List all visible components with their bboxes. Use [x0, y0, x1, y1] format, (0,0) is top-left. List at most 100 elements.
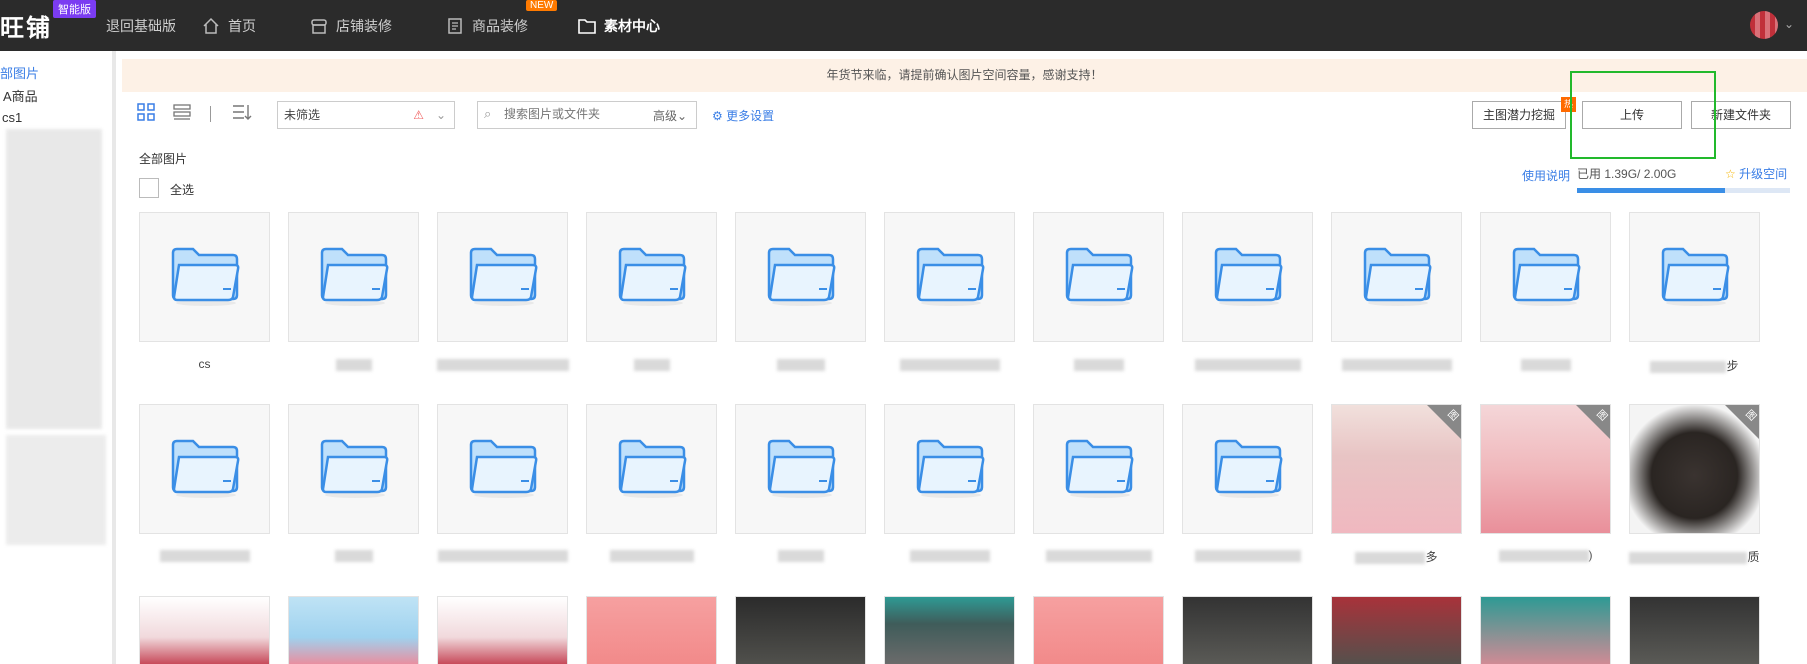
blurred-name — [1194, 549, 1301, 562]
tile-label — [1033, 357, 1164, 373]
folder-icon — [1363, 247, 1432, 306]
tile-label: 质 — [1629, 548, 1760, 564]
blurred-name — [1045, 549, 1152, 562]
filter-select-value: 未筛选 — [284, 108, 321, 122]
image-tile[interactable] — [735, 596, 866, 664]
tile-label — [437, 357, 569, 373]
main-image-mining-button[interactable]: 主图潜力挖掘 — [1472, 101, 1566, 129]
folder-tile[interactable] — [139, 212, 270, 342]
corner-badge: 图 — [1576, 405, 1610, 439]
folder-icon — [618, 439, 687, 498]
help-link[interactable]: 使用说明 — [1522, 167, 1570, 184]
nav-product-decor-label: 商品装修 — [472, 17, 528, 34]
product-photo — [140, 597, 269, 664]
search-input[interactable] — [504, 107, 639, 121]
folder-tile[interactable] — [884, 404, 1015, 534]
folder-tile[interactable] — [1480, 212, 1611, 342]
folder-icon — [1214, 247, 1283, 306]
nav-shop-decor[interactable]: 店铺装修 — [310, 0, 392, 51]
image-tile[interactable] — [1182, 596, 1313, 664]
folder-icon — [320, 439, 389, 498]
chevron-down-icon: ⌄ — [435, 108, 446, 122]
blurred-name — [1073, 358, 1124, 371]
blurred-name — [159, 549, 250, 562]
avatar[interactable] — [1750, 11, 1778, 39]
folder-tile[interactable] — [139, 404, 270, 534]
tile-label: 步 — [1629, 357, 1760, 373]
folder-tile[interactable] — [1033, 212, 1164, 342]
tile-label — [586, 548, 717, 564]
nav-material-center[interactable]: 素材中心 — [578, 0, 660, 51]
blurred-name — [1650, 360, 1727, 373]
folder-tile[interactable] — [288, 212, 419, 342]
folder-icon — [1214, 439, 1283, 498]
image-tile[interactable] — [1331, 596, 1462, 664]
folder-icon — [1065, 439, 1134, 498]
tile-label-text: 步 — [1726, 359, 1739, 373]
image-tile[interactable] — [1480, 596, 1611, 664]
tile-label — [1182, 357, 1313, 373]
more-settings-link[interactable]: ⚙ 更多设置 — [712, 107, 774, 124]
tile-label: 多 — [1331, 548, 1462, 564]
folder-tile[interactable] — [1033, 404, 1164, 534]
image-tile[interactable] — [1629, 596, 1760, 664]
back-to-basic-link[interactable]: 退回基础版 — [106, 0, 176, 51]
chevron-down-icon[interactable]: ⌄ — [1784, 17, 1794, 31]
image-tile[interactable] — [1033, 596, 1164, 664]
image-tile[interactable]: 图 — [1331, 404, 1462, 534]
list-view-icon[interactable] — [173, 103, 191, 126]
top-navigation-bar: 旺铺 智能版 退回基础版 首页 店铺装修 商品装修 NEW 素材中心 ⌄ — [0, 0, 1807, 51]
folder-icon — [618, 247, 687, 306]
product-photo — [438, 597, 567, 664]
corner-badge: 图 — [1725, 405, 1759, 439]
app-logo: 旺铺 — [0, 15, 52, 42]
folder-tile[interactable] — [437, 404, 568, 534]
search-box: ⌕ 高级⌄ — [477, 101, 697, 129]
folder-tile[interactable] — [884, 212, 1015, 342]
sort-icon[interactable] — [232, 103, 252, 126]
sidebar-item-cs1[interactable]: cs1 — [2, 110, 22, 125]
tile-label — [1331, 357, 1462, 373]
tile-label — [586, 357, 717, 373]
corner-badge: 图 — [1427, 405, 1461, 439]
image-tile[interactable] — [884, 596, 1015, 664]
filter-select[interactable]: 未筛选 ⚠ ⌄ — [277, 101, 455, 129]
folder-tile[interactable] — [288, 404, 419, 534]
folder-tile[interactable] — [586, 404, 717, 534]
image-tile[interactable] — [288, 596, 419, 664]
product-photo — [1034, 597, 1163, 664]
image-tile[interactable]: 图 — [1629, 404, 1760, 534]
upgrade-space-link[interactable]: ☆ 升级空间 — [1725, 165, 1787, 182]
grid-view-icon[interactable] — [137, 103, 155, 126]
nav-product-decor[interactable]: 商品装修 — [446, 0, 528, 51]
advanced-search-toggle[interactable]: 高级⌄ — [653, 107, 687, 124]
image-tile[interactable] — [586, 596, 717, 664]
folder-tile[interactable] — [586, 212, 717, 342]
sidebar-item-all-images[interactable]: 部图片 — [0, 63, 39, 82]
folder-tile[interactable] — [437, 212, 568, 342]
select-all-label: 全选 — [170, 183, 195, 197]
product-photo — [736, 597, 865, 664]
folder-tile[interactable] — [1629, 212, 1760, 342]
folder-tile[interactable] — [1182, 404, 1313, 534]
select-all-checkbox[interactable] — [139, 178, 159, 198]
sidebar-item-a-products[interactable]: A商品 — [3, 86, 38, 105]
product-photo — [289, 597, 418, 664]
new-tag: NEW — [526, 0, 558, 11]
folder-icon — [171, 247, 240, 306]
blurred-name — [609, 549, 694, 562]
folder-tile[interactable] — [1331, 212, 1462, 342]
tile-label — [884, 357, 1015, 373]
image-tile[interactable] — [437, 596, 568, 664]
image-tile[interactable]: 图 — [1480, 404, 1611, 534]
folder-tile[interactable] — [735, 212, 866, 342]
folder-icon — [1065, 247, 1134, 306]
tile-label — [288, 357, 419, 373]
folder-icon — [1661, 247, 1730, 306]
folder-tile[interactable] — [1182, 212, 1313, 342]
folder-icon — [1512, 247, 1581, 306]
folder-tile[interactable] — [735, 404, 866, 534]
folder-icon — [469, 247, 538, 306]
nav-home[interactable]: 首页 — [202, 0, 256, 51]
image-tile[interactable] — [139, 596, 270, 664]
